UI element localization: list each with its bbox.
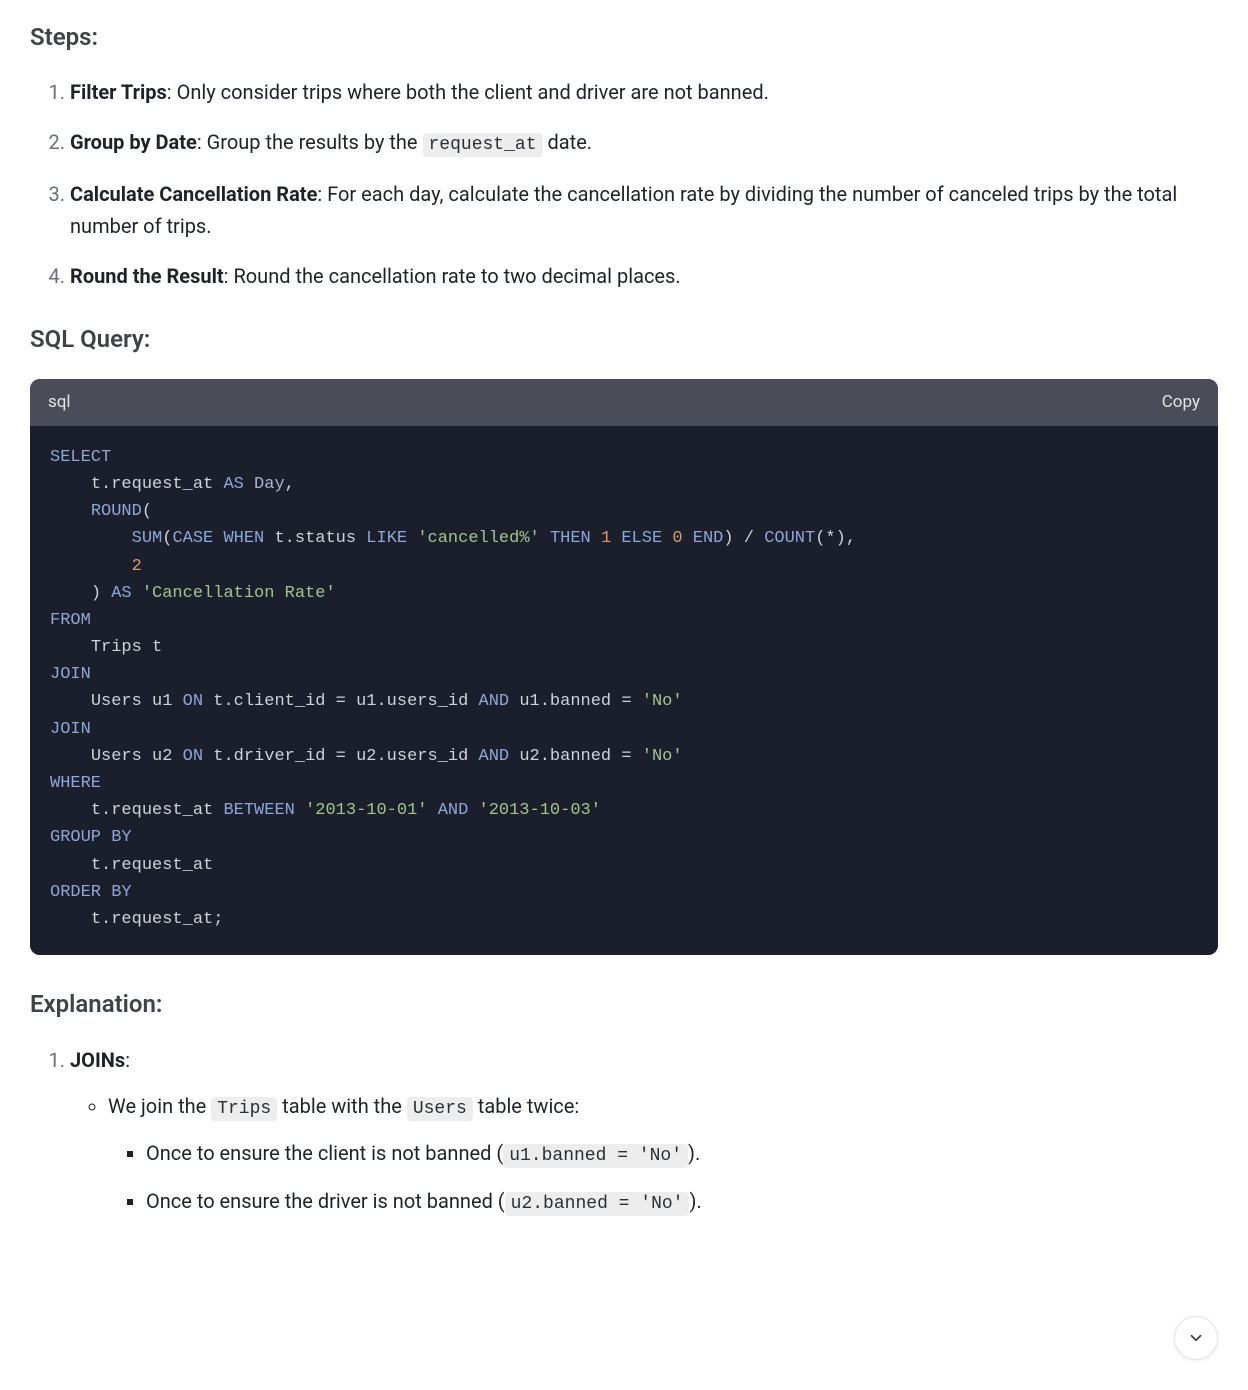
sql-query-heading: SQL Query: <box>30 320 1218 358</box>
chevron-down-icon <box>1187 1329 1205 1347</box>
step-item-3: Calculate Cancellation Rate: For each da… <box>70 178 1218 242</box>
step-item-2: Group by Date: Group the results by the … <box>70 126 1218 160</box>
inline-code-request-at: request_at <box>423 133 543 157</box>
step-title: Calculate Cancellation Rate <box>70 182 317 206</box>
step-item-4: Round the Result: Round the cancellation… <box>70 260 1218 292</box>
inline-code-trips: Trips <box>211 1097 277 1121</box>
inline-code-users: Users <box>407 1097 473 1121</box>
text: ). <box>688 1141 700 1165</box>
step-text: : Round the cancellation rate to two dec… <box>224 264 681 288</box>
explanation-item-title: JOINs <box>70 1048 125 1072</box>
step-title: Round the Result <box>70 264 224 288</box>
copy-button[interactable]: Copy <box>1162 389 1200 416</box>
step-text: : Only consider trips where both the cli… <box>167 80 769 104</box>
code-lang-label: sql <box>48 389 71 416</box>
explanation-subsub-item: Once to ensure the driver is not banned … <box>146 1185 1218 1219</box>
text: Once to ensure the client is not banned … <box>146 1141 503 1165</box>
steps-heading: Steps: <box>30 18 1218 56</box>
explanation-subsublist: Once to ensure the client is not banned … <box>108 1137 1218 1219</box>
code-content[interactable]: SELECT t.request_at AS Day, ROUND( SUM(C… <box>30 426 1218 955</box>
explanation-item-joins: JOINs: We join the Trips table with the … <box>70 1044 1218 1219</box>
explanation-sub-item: We join the Trips table with the Users t… <box>108 1090 1218 1219</box>
text: We join the <box>108 1094 211 1118</box>
text: table with the <box>277 1094 407 1118</box>
code-header: sql Copy <box>30 379 1218 426</box>
colon: : <box>125 1048 130 1072</box>
inline-code-u1-banned: u1.banned = 'No' <box>503 1144 688 1168</box>
inline-code-u2-banned: u2.banned = 'No' <box>505 1192 690 1216</box>
text: ). <box>689 1189 701 1213</box>
step-text: : Group the results by the <box>197 130 423 154</box>
explanation-heading: Explanation: <box>30 985 1218 1023</box>
step-title: Filter Trips <box>70 80 167 104</box>
explanation-list: JOINs: We join the Trips table with the … <box>30 1044 1218 1219</box>
step-title: Group by Date <box>70 130 197 154</box>
step-text: date. <box>543 130 593 154</box>
text: table twice: <box>473 1094 579 1118</box>
step-item-1: Filter Trips: Only consider trips where … <box>70 76 1218 108</box>
text: Once to ensure the driver is not banned … <box>146 1189 505 1213</box>
steps-list: Filter Trips: Only consider trips where … <box>30 76 1218 292</box>
scroll-down-button[interactable] <box>1174 1316 1218 1360</box>
explanation-subsub-item: Once to ensure the client is not banned … <box>146 1137 1218 1171</box>
explanation-sublist: We join the Trips table with the Users t… <box>70 1090 1218 1219</box>
code-block: sql Copy SELECT t.request_at AS Day, ROU… <box>30 379 1218 956</box>
